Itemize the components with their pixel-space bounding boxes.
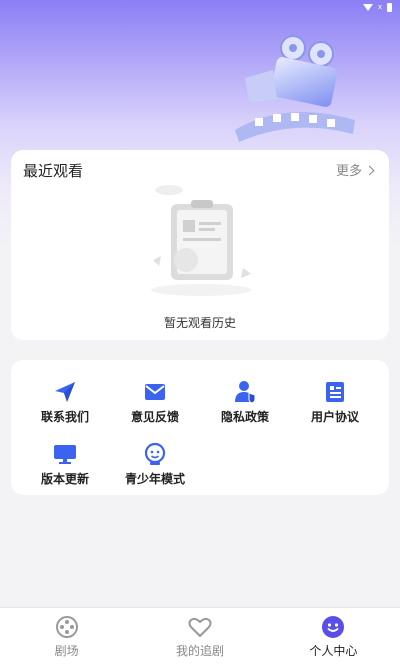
signal-icon: x <box>377 2 382 11</box>
envelope-icon <box>145 384 165 400</box>
bottom-tab-bar: 剧场 我的追剧 个人中心 <box>0 607 400 667</box>
service-menu-card: 联系我们 意见反馈 隐私政策 用户协议 版本更新 青少年模式 <box>11 360 389 495</box>
empty-clipboard-illustration <box>151 185 251 296</box>
child-face-icon <box>144 442 166 465</box>
menu-item-label: 隐私政策 <box>220 410 269 424</box>
film-camera-illustration <box>235 35 355 142</box>
more-link[interactable]: 更多 <box>335 160 375 179</box>
menu-item-label: 意见反馈 <box>130 410 179 424</box>
status-bar: x <box>0 0 400 14</box>
tab-label: 我的追剧 <box>175 644 224 658</box>
menu-item-label: 版本更新 <box>40 472 89 486</box>
empty-history-text: 暂无观看历史 <box>163 316 236 330</box>
monitor-icon <box>54 445 76 464</box>
user-shield-icon <box>235 381 256 404</box>
document-icon <box>326 382 344 402</box>
more-label: 更多 <box>335 164 362 179</box>
menu-item-label: 青少年模式 <box>124 472 185 486</box>
battery-icon <box>387 2 392 12</box>
tab-label: 剧场 <box>54 644 79 658</box>
recent-watch-title: 最近观看 <box>23 162 84 180</box>
menu-item-feedback[interactable]: 意见反馈 <box>115 380 195 425</box>
paper-plane-icon <box>55 382 75 402</box>
recent-watch-card: 最近观看 更多 暂无观看历史 <box>11 150 389 340</box>
tab-label: 个人中心 <box>309 644 358 658</box>
smile-face-icon <box>322 616 345 638</box>
menu-item-teen-mode[interactable]: 青少年模式 <box>115 442 195 487</box>
wifi-icon <box>362 3 373 11</box>
menu-item-contact[interactable]: 联系我们 <box>25 380 105 425</box>
menu-item-user-agreement[interactable]: 用户协议 <box>295 380 375 425</box>
tab-my-series[interactable]: 我的追剧 <box>133 608 266 667</box>
heart-icon <box>188 617 212 637</box>
chevron-right-icon <box>364 165 375 175</box>
film-reel-icon <box>55 616 78 638</box>
menu-item-version-update[interactable]: 版本更新 <box>25 442 105 487</box>
tab-profile[interactable]: 个人中心 <box>267 608 400 667</box>
tab-theater[interactable]: 剧场 <box>0 608 133 667</box>
menu-item-label: 联系我们 <box>40 410 89 424</box>
menu-item-label: 用户协议 <box>310 410 359 424</box>
menu-item-privacy[interactable]: 隐私政策 <box>205 380 285 425</box>
